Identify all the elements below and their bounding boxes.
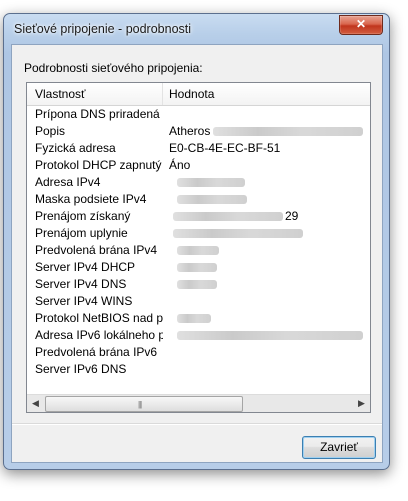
redacted-value (177, 314, 211, 323)
list-item[interactable]: Server IPv6 DNS (27, 361, 370, 378)
property-name: Prípona DNS priradená ... (35, 107, 163, 121)
redacted-value (177, 331, 363, 340)
window-close-icon[interactable]: ✕ (339, 15, 383, 35)
details-list[interactable]: Vlastnosť Hodnota Prípona DNS priradená … (26, 82, 371, 413)
horizontal-scrollbar[interactable]: ◀ ||| ▶ (27, 394, 370, 412)
redacted-value (177, 280, 217, 289)
property-name: Server IPv6 DNS (35, 362, 127, 376)
property-name: Server IPv4 DHCP (35, 260, 136, 274)
close-button[interactable]: Zavrieť (302, 436, 376, 459)
list-item[interactable]: Server IPv4 WINS (27, 293, 370, 310)
property-value: E0-CB-4E-EC-BF-51 (169, 141, 281, 155)
list-item[interactable]: Maska podsiete IPv4 (27, 191, 370, 208)
column-header-property[interactable]: Vlastnosť (35, 87, 86, 101)
title-bar[interactable]: Sieťové pripojenie - podrobnosti ✕ (4, 14, 389, 44)
redacted-value (173, 229, 303, 238)
scrollbar-thumb[interactable]: ||| (45, 396, 243, 412)
redacted-value (177, 178, 245, 187)
property-name: Server IPv4 DNS (35, 277, 127, 291)
property-value: Atheros (169, 124, 211, 138)
redacted-value (173, 212, 283, 221)
list-item[interactable]: Protokol NetBIOS nad pr... (27, 310, 370, 327)
list-item[interactable]: Protokol DHCP zapnutý Áno (27, 157, 370, 174)
property-name: Prenájom získaný (35, 209, 131, 223)
list-item[interactable]: Server IPv4 DHCP (27, 259, 370, 276)
grip-icon: ||| (138, 400, 142, 409)
property-name: Popis (35, 124, 66, 138)
property-name: Server IPv4 WINS (35, 294, 133, 308)
list-item[interactable]: Fyzická adresa E0-CB-4E-EC-BF-51 (27, 140, 370, 157)
list-item[interactable]: Popis Atheros (27, 123, 370, 140)
redacted-value (177, 195, 247, 204)
property-name: Adresa IPv6 lokálneho p... (35, 328, 163, 342)
property-name: Adresa IPv4 (35, 175, 101, 189)
redacted-value (177, 263, 217, 272)
redacted-value (177, 246, 219, 255)
list-item[interactable]: Prenájom uplynie (27, 225, 370, 242)
list-item[interactable]: Adresa IPv4 (27, 174, 370, 191)
property-name: Maska podsiete IPv4 (35, 192, 147, 206)
list-item[interactable]: Predvolená brána IPv6 (27, 344, 370, 361)
column-divider[interactable] (162, 83, 163, 105)
list-item[interactable]: Prenájom získaný 29 (27, 208, 370, 225)
property-name: Prenájom uplynie (35, 226, 128, 240)
property-name: Fyzická adresa (35, 141, 116, 155)
property-value: Áno (169, 158, 191, 172)
list-item[interactable]: Predvolená brána IPv4 (27, 242, 370, 259)
window-title: Sieťové pripojenie - podrobnosti (14, 22, 192, 36)
list-item[interactable]: Server IPv4 DNS (27, 276, 370, 293)
property-name: Predvolená brána IPv6 (35, 345, 158, 359)
property-name: Predvolená brána IPv4 (35, 243, 158, 257)
property-name: Protokol NetBIOS nad pr... (35, 311, 163, 325)
dialog-window: Sieťové pripojenie - podrobnosti ✕ Podro… (3, 13, 390, 470)
redacted-value (213, 127, 363, 136)
dialog-client-area: Podrobnosti sieťového pripojenia: Vlastn… (11, 44, 383, 463)
details-label: Podrobnosti sieťového pripojenia: (24, 61, 203, 75)
divider (12, 423, 382, 425)
column-header-value[interactable]: Hodnota (169, 87, 214, 101)
scroll-left-icon[interactable]: ◀ (27, 395, 44, 412)
property-value: 29 (285, 209, 299, 223)
list-item[interactable]: Prípona DNS priradená ... (27, 106, 370, 123)
property-name: Protokol DHCP zapnutý (35, 158, 162, 172)
scroll-right-icon[interactable]: ▶ (353, 395, 370, 412)
list-header: Vlastnosť Hodnota (27, 83, 370, 106)
list-item[interactable]: Adresa IPv6 lokálneho p... (27, 327, 370, 344)
